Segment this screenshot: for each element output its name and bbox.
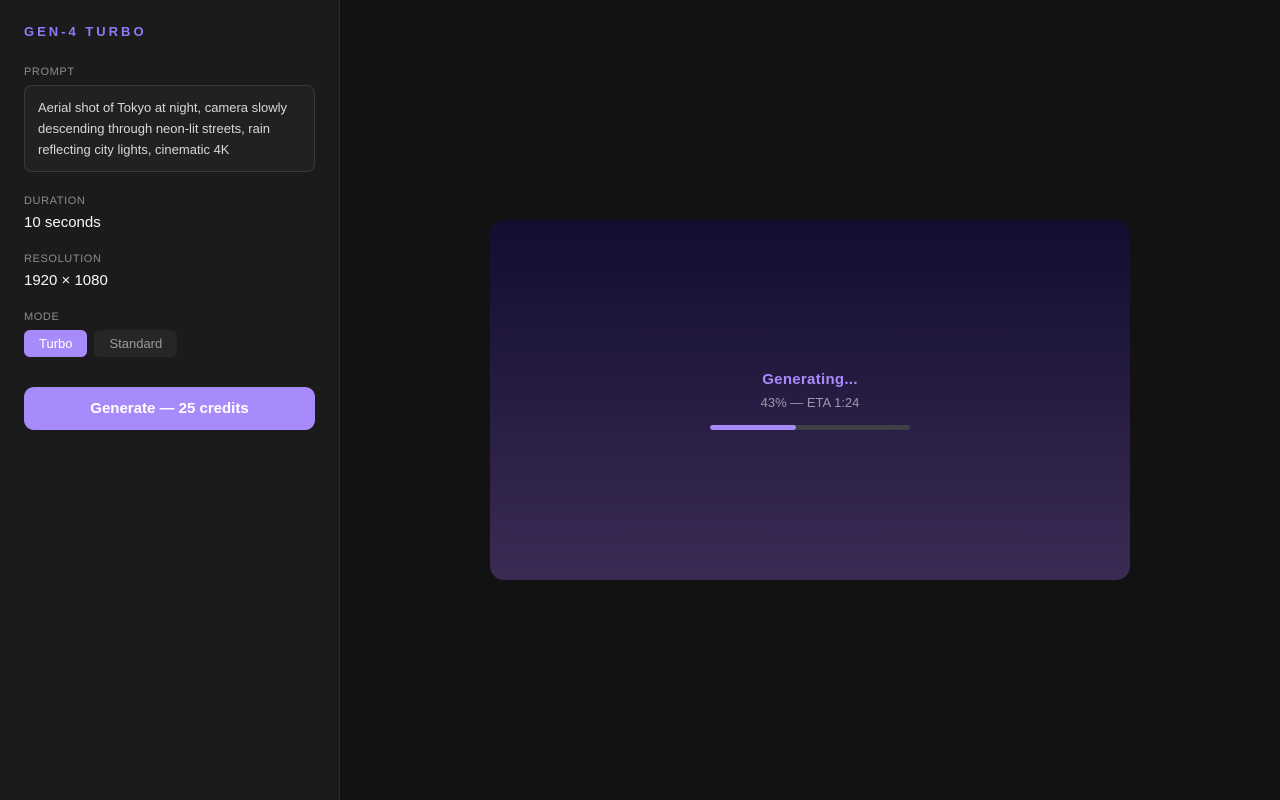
resolution-label: RESOLUTION <box>24 253 315 265</box>
progress-bar <box>710 425 910 430</box>
progress-fill <box>710 425 796 430</box>
prompt-input[interactable]: Aerial shot of Tokyo at night, camera sl… <box>24 85 315 172</box>
generate-button[interactable]: Generate — 25 credits <box>24 387 315 430</box>
mode-toggle-group: Turbo Standard <box>24 330 315 357</box>
mode-option-standard[interactable]: Standard <box>94 330 177 357</box>
mode-label: MODE <box>24 311 315 323</box>
mode-option-turbo[interactable]: Turbo <box>24 330 87 357</box>
resolution-value: 1920 × 1080 <box>24 272 315 289</box>
app-title: GEN-4 TURBO <box>24 24 315 39</box>
generation-sidebar: GEN-4 TURBO PROMPT Aerial shot of Tokyo … <box>0 0 340 800</box>
prompt-label: PROMPT <box>24 66 315 78</box>
generating-status-text: Generating... <box>762 371 858 388</box>
generating-detail-text: 43% — ETA 1:24 <box>761 395 860 410</box>
video-preview-card: Generating... 43% — ETA 1:24 <box>490 220 1130 580</box>
main-area: Generating... 43% — ETA 1:24 <box>340 0 1280 800</box>
duration-value: 10 seconds <box>24 214 315 231</box>
duration-label: DURATION <box>24 195 315 207</box>
